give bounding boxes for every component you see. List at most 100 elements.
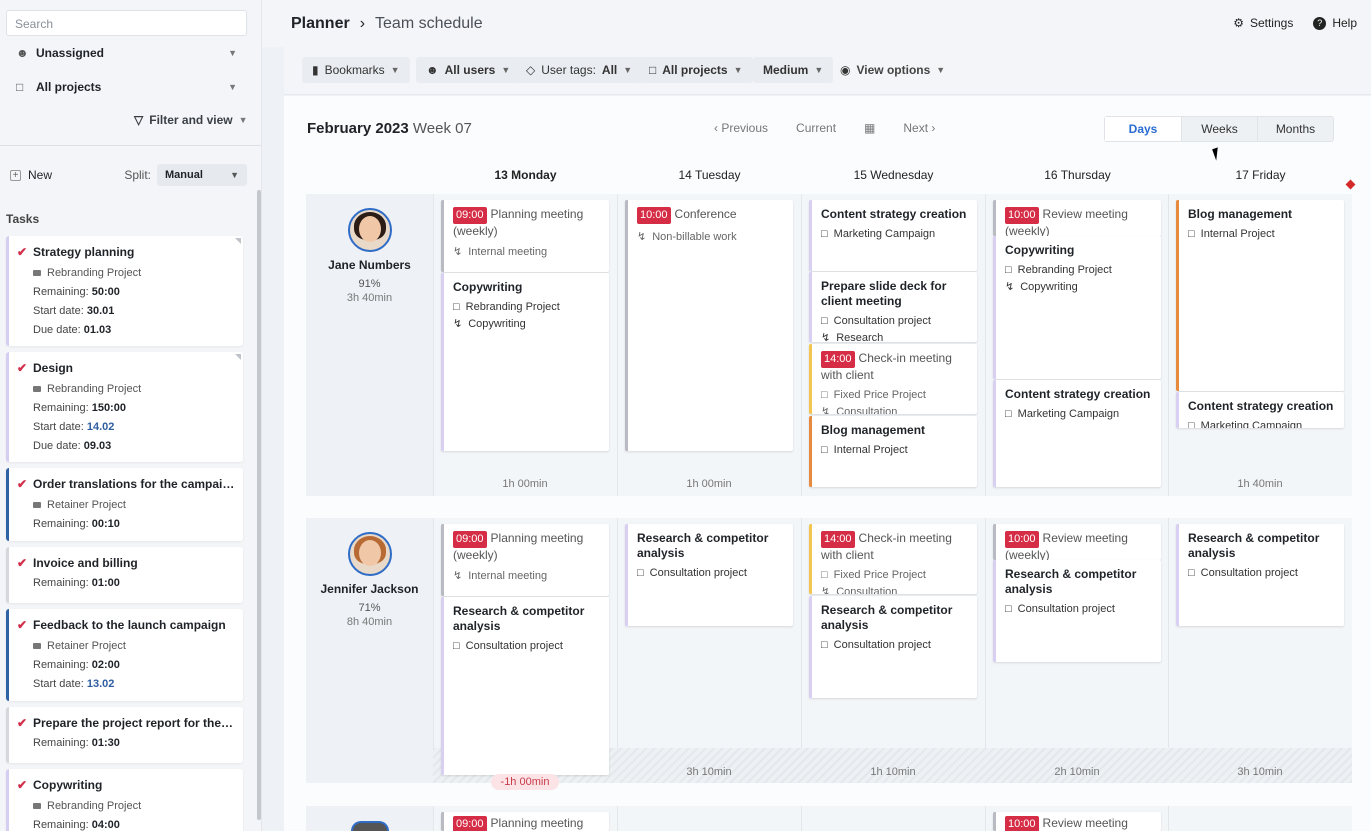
task-block-title: Research & competitor analysis [821,603,953,632]
task-block[interactable]: Content strategy creation □ Marketing Cam… [1176,392,1344,428]
users-dropdown[interactable]: ☻ All users ▼ [416,57,521,83]
user-tags-dropdown[interactable]: ◇ User tags: All ▼ [516,57,643,83]
event-card[interactable]: 09:00 Planning meeting [441,812,609,831]
start-value: 14.02 [86,421,115,433]
day-cell[interactable] [617,806,801,831]
person-row: Jane Numbers 91% 3h 40min 09:00 Planning … [306,194,1352,496]
task-block-title: Blog management [1188,207,1293,221]
task-card[interactable]: ✔ Feedback to the launch campaign Retain… [6,609,243,701]
task-block[interactable]: Prepare slide deck for client meeting □ C… [809,272,977,342]
task-block[interactable]: Research & competitor analysis □ Consulta… [993,560,1161,662]
breadcrumb-app[interactable]: Planner [291,15,350,33]
day-name: Tuesday [694,168,741,182]
person-utilization: 71% [358,602,381,614]
task-block[interactable]: Research & competitor analysis □ Consulta… [441,597,609,775]
task-block[interactable]: Blog management □ Internal Project [1176,200,1344,391]
split-value: Manual [165,169,203,181]
task-block-project-name: Marketing Campaign [1200,420,1303,428]
filter-and-view-button[interactable]: ▽ Filter and view ▼ [134,113,248,127]
calendar-icon[interactable]: ▦ [864,121,875,135]
task-project-name: Rebranding Project [47,267,142,279]
projects-label: All projects [662,63,728,77]
event-tag: ↯ Internal meeting [453,245,600,259]
event-time: 09:00 [453,207,487,224]
event-tag: ↯ Non-billable work [637,230,784,244]
eye-icon: ◉ [840,63,851,77]
task-block[interactable]: Content strategy creation □ Marketing Cam… [809,200,977,271]
task-project: Retainer Project [33,499,235,511]
check-icon: ✔ [17,716,28,730]
bookmarks-dropdown[interactable]: ▮ Bookmarks ▼ [302,57,410,83]
due-value: 09.03 [83,440,112,452]
task-card[interactable]: ✔ Design Rebranding Project Remaining: 1… [6,352,243,462]
avatar[interactable] [347,532,392,576]
current-button[interactable]: Current [796,121,836,135]
period-title: February 2023 Week 07 [307,120,472,137]
avatar[interactable] [347,208,392,252]
task-block[interactable]: Research & competitor analysis □ Consulta… [625,524,793,626]
task-card[interactable]: ✔ Invoice and billing Remaining: 01:00 [6,547,243,603]
task-card[interactable]: ✔ Copywriting Rebranding Project Remaini… [6,769,243,831]
day-capacity-over: -1h 00min [491,774,559,790]
event-card[interactable]: 14:00 Check-in meeting with client □ Fixed… [809,344,977,414]
view-options-dropdown[interactable]: ◉ View options ▼ [830,57,955,83]
task-card[interactable]: ✔ Prepare the project report for the int… [6,707,243,763]
day-number: 17 [1235,168,1249,182]
task-block[interactable]: Research & competitor analysis □ Consulta… [809,596,977,698]
chevron-down-icon: ▼ [623,65,633,75]
tab-weeks[interactable]: Weeks [1181,117,1257,141]
event-card[interactable]: 10:00 Conference ↯ Non-billable work [625,200,793,451]
project-icon [33,386,41,392]
check-icon: ✔ [17,245,28,259]
search-input[interactable]: Search [6,10,247,36]
task-block[interactable]: Copywriting □ Rebranding Project ↯ Copywri… [441,273,609,451]
task-card[interactable]: ✔ Strategy planning Rebranding Project R… [6,236,243,346]
sidebar-scrollbar[interactable] [257,190,261,820]
event-card[interactable]: 09:00 Planning meeting (weekly) ↯ Internal… [441,200,609,272]
previous-button[interactable]: ‹ Previous [714,121,768,135]
split-select[interactable]: Manual ▼ [157,164,247,186]
event-card[interactable]: 09:00 Planning meeting (weekly) ↯ Internal… [441,524,609,596]
task-block-title: Copywriting [1005,243,1075,257]
event-card[interactable]: 10:00 Review meeting (weekly) [993,524,1161,560]
filter-and-view-label: Filter and view [149,113,233,127]
help-button[interactable]: ? Help [1313,16,1357,30]
corner-icon [235,238,241,244]
event-card[interactable]: 14:00 Check-in meeting with client □ Fixed… [809,524,977,594]
settings-button[interactable]: ⚙ Settings [1233,16,1293,30]
top-bar: Planner › Team schedule ⚙ Settings ? Help [262,0,1371,47]
task-block-project-name: Marketing Campaign [1017,408,1120,420]
event-card[interactable]: 10:00 Review meeting [993,812,1161,831]
day-cell[interactable] [1168,806,1352,831]
user-tags-value: All [601,63,618,77]
task-block[interactable]: Copywriting □ Rebranding Project ↯ Copywri… [993,236,1161,379]
due-label: Due date: [33,440,81,452]
bolt-icon: ↯ [453,570,463,582]
task-block-project: □ Marketing Campaign [1188,420,1335,428]
density-dropdown[interactable]: Medium ▼ [753,57,834,83]
project-filter-select[interactable]: □ All projects ▼ [6,74,247,100]
tab-days[interactable]: Days [1105,117,1181,141]
new-task-button[interactable]: New [28,168,52,182]
page-title: Team schedule [375,15,483,32]
task-card[interactable]: ✔ Order translations for the campaign ..… [6,468,243,541]
task-block[interactable]: Content strategy creation □ Marketing Cam… [993,380,1161,487]
task-block[interactable]: Research & competitor analysis □ Consulta… [1176,524,1344,626]
avatar[interactable] [350,821,389,831]
person-name[interactable]: Jane Numbers [306,258,433,272]
event-card[interactable]: 10:00 Review meeting (weekly) [993,200,1161,236]
project-filter-value: All projects [36,80,102,94]
user-filter-select[interactable]: ☻ Unassigned ▼ [6,40,247,66]
tab-months[interactable]: Months [1257,117,1333,141]
remaining-label: Remaining: [33,518,89,530]
task-block-title: Research & competitor analysis [637,531,769,560]
task-block[interactable]: Blog management □ Internal Project [809,416,977,487]
projects-dropdown[interactable]: □ All projects ▼ [639,57,753,83]
month-label: February 2023 [307,120,409,137]
day-cell[interactable] [801,806,985,831]
user-icon: ☻ [426,63,439,77]
person-name[interactable]: Jennifer Jackson [306,582,433,596]
event-time: 10:00 [1005,207,1039,224]
next-button[interactable]: Next › [903,121,935,135]
bolt-icon: ↯ [637,231,647,243]
